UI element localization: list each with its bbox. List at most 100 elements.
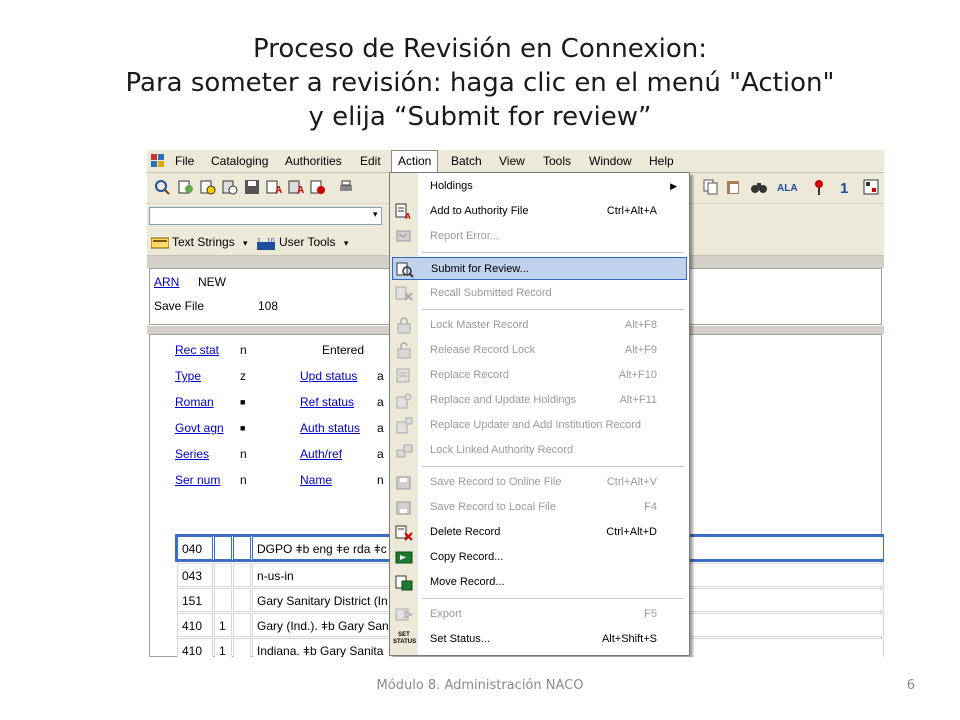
field-indicator-2[interactable] xyxy=(233,563,251,587)
print-icon[interactable] xyxy=(337,178,355,196)
ala-icon[interactable]: ALA xyxy=(776,178,800,196)
bib-browse-icon[interactable] xyxy=(221,178,239,196)
fixed-field-label-series[interactable]: Series xyxy=(175,447,209,461)
lock-icon xyxy=(397,317,411,334)
menu-file[interactable]: File xyxy=(169,150,200,172)
menu-item-replace-record[interactable]: Replace Record Alt+F10 xyxy=(392,364,687,387)
menu-item-save-record-online[interactable]: Save Record to Online File Ctrl+Alt+V xyxy=(392,471,687,494)
menu-item-shortcut: F5 xyxy=(644,608,657,620)
command-combo-input[interactable] xyxy=(149,207,382,225)
menu-item-copy-record[interactable]: Copy Record... xyxy=(392,546,687,569)
fixed-field-label-ser-num[interactable]: Ser num xyxy=(175,473,220,487)
fixed-field-label-name[interactable]: Name xyxy=(300,473,332,487)
menu-tools[interactable]: Tools xyxy=(537,150,577,172)
field-indicator-1[interactable] xyxy=(214,536,232,560)
fixed-field-value-rec-stat[interactable]: n xyxy=(238,340,256,360)
report-error-icon xyxy=(396,230,411,242)
fixed-field-value-type[interactable]: z xyxy=(238,366,256,386)
replace-institution-icon xyxy=(396,417,413,434)
delete-record-icon xyxy=(395,525,413,541)
menu-item-set-status[interactable]: SET STATUS Set Status... Alt+Shift+S xyxy=(392,628,687,651)
field-indicator-1[interactable]: 1 xyxy=(214,613,232,637)
fixed-field-value-govt-agn[interactable]: ■ xyxy=(238,418,256,438)
search-wc-icon[interactable] xyxy=(153,178,171,196)
menu-item-shortcut: F4 xyxy=(644,501,657,513)
arn-link[interactable]: ARN xyxy=(154,275,179,289)
fixed-field-label-auth-status[interactable]: Auth status xyxy=(300,421,360,435)
menu-item-save-record-local[interactable]: Save Record to Local File F4 xyxy=(392,496,687,519)
user-tools-button[interactable]: 1...10 User Tools ▾ xyxy=(257,233,348,252)
action-menu: Holdings ▶ A Add to Authority File Ctrl+… xyxy=(389,172,690,656)
menu-batch[interactable]: Batch xyxy=(445,150,488,172)
fixed-field-value-series[interactable]: n xyxy=(238,444,256,464)
menu-help[interactable]: Help xyxy=(643,150,680,172)
field-tag[interactable]: 410 xyxy=(177,638,213,657)
binoculars-icon[interactable] xyxy=(750,178,768,196)
fixed-field-label-type[interactable]: Type xyxy=(175,369,201,383)
number-one-icon-label: 1 xyxy=(840,180,848,196)
auth-search-icon[interactable]: A xyxy=(265,178,283,196)
menu-window[interactable]: Window xyxy=(583,150,638,172)
add-authority-icon: A xyxy=(395,203,411,220)
fixed-field-label-rec-stat[interactable]: Rec stat xyxy=(175,343,219,357)
entered-label: Entered xyxy=(322,343,365,357)
menu-authorities[interactable]: Authorities xyxy=(279,150,348,172)
unlock-icon xyxy=(397,342,411,359)
bib-search-icon[interactable] xyxy=(199,178,217,196)
fixed-field-label-upd-status[interactable]: Upd status xyxy=(300,369,357,383)
menu-item-holdings[interactable]: Holdings ▶ xyxy=(392,175,687,198)
save-online-icon xyxy=(396,476,411,490)
field-indicator-2[interactable] xyxy=(233,588,251,612)
menu-item-recall-submitted-record[interactable]: Recall Submitted Record xyxy=(392,282,687,305)
menu-item-add-to-authority-file[interactable]: A Add to Authority File Ctrl+Alt+A xyxy=(392,200,687,223)
fixed-field-value-roman[interactable]: ■ xyxy=(238,392,256,412)
menu-item-label: Save Record to Local File xyxy=(430,501,556,513)
field-indicator-2[interactable] xyxy=(233,613,251,637)
fixed-field-value-ser-num[interactable]: n xyxy=(238,470,256,490)
combo-dropdown-arrow-icon[interactable]: ▾ xyxy=(373,209,378,220)
save-file-value: 108 xyxy=(258,299,279,313)
field-tag[interactable]: 151 xyxy=(177,588,213,612)
menu-item-label: Copy Record... xyxy=(430,551,504,563)
menu-edit[interactable]: Edit xyxy=(354,150,387,172)
menu-item-report-error[interactable]: Report Error... xyxy=(392,225,687,248)
move-record-icon xyxy=(395,575,413,591)
menu-view[interactable]: View xyxy=(493,150,531,172)
copy-icon[interactable] xyxy=(702,178,720,196)
text-strings-button[interactable]: Text Strings ▾ xyxy=(151,233,248,252)
field-tag[interactable]: 410 xyxy=(177,613,213,637)
menu-item-lock-linked-authority-record[interactable]: Lock Linked Authority Record xyxy=(392,439,687,462)
fixed-field-label-roman[interactable]: Roman xyxy=(175,395,214,409)
field-indicator-1[interactable] xyxy=(214,563,232,587)
menu-item-delete-record[interactable]: Delete Record Ctrl+Alt+D xyxy=(392,521,687,544)
menu-item-replace-and-update-holdings[interactable]: Replace and Update Holdings Alt+F11 xyxy=(392,389,687,412)
menu-separator xyxy=(422,309,684,310)
fixed-field-label-auth-ref[interactable]: Auth/ref xyxy=(300,447,342,461)
number-one-icon[interactable]: 1 xyxy=(836,178,854,196)
field-tag[interactable]: 040 xyxy=(177,536,213,560)
menu-item-shortcut: Alt+Shift+S xyxy=(601,633,657,645)
fixed-field-label-ref-status[interactable]: Ref status xyxy=(300,395,354,409)
fixed-field-label-govt-agn[interactable]: Govt agn xyxy=(175,421,224,435)
grid-icon[interactable] xyxy=(862,178,880,196)
menu-item-move-record[interactable]: Move Record... xyxy=(392,571,687,594)
auth-save-icon[interactable] xyxy=(309,178,327,196)
field-indicator-1[interactable]: 1 xyxy=(214,638,232,657)
field-indicator-2[interactable] xyxy=(233,536,251,560)
menu-item-submit-for-review[interactable]: Submit for Review... xyxy=(392,257,687,280)
field-indicator-2[interactable] xyxy=(233,638,251,657)
save-icon[interactable] xyxy=(243,178,261,196)
menu-item-release-record-lock[interactable]: Release Record Lock Alt+F9 xyxy=(392,339,687,362)
menu-item-replace-update-add-institution-record[interactable]: Replace Update and Add Institution Recor… xyxy=(392,414,687,437)
connexion-app-icon xyxy=(151,154,164,167)
menu-item-export[interactable]: Export F5 xyxy=(392,603,687,626)
auth-browse-icon[interactable]: A xyxy=(287,178,305,196)
field-tag[interactable]: 043 xyxy=(177,563,213,587)
paste-icon[interactable] xyxy=(724,178,742,196)
pin-icon[interactable] xyxy=(810,178,828,196)
field-indicator-1[interactable] xyxy=(214,588,232,612)
menu-cataloging[interactable]: Cataloging xyxy=(205,150,274,172)
menu-action[interactable]: Action xyxy=(391,150,439,172)
menu-item-lock-master-record[interactable]: Lock Master Record Alt+F8 xyxy=(392,314,687,337)
browse-icon[interactable] xyxy=(177,178,195,196)
